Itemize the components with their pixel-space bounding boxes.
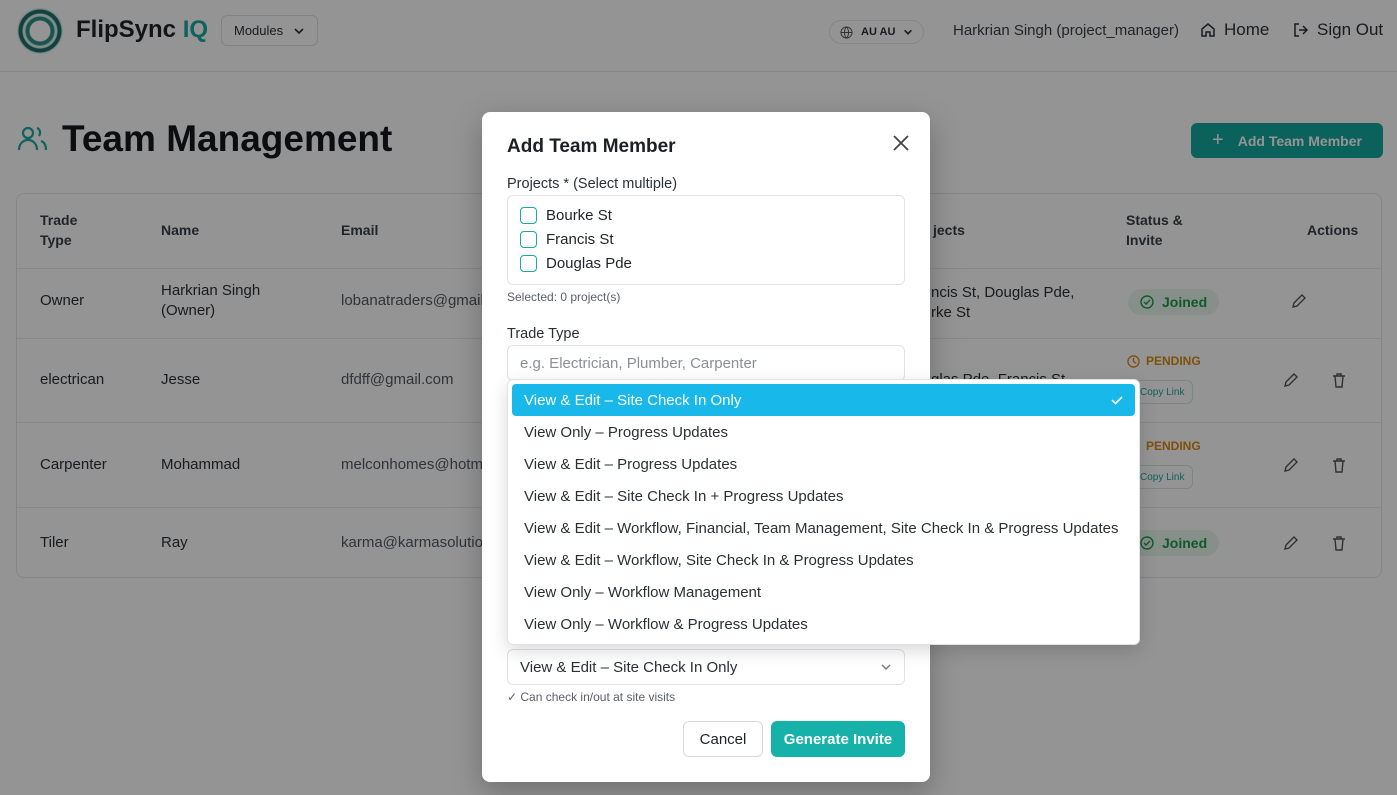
dropdown-option[interactable]: View & Edit – Workflow, Financial, Team … (512, 512, 1135, 544)
generate-invite-button[interactable]: Generate Invite (771, 721, 905, 757)
dropdown-option[interactable]: View & Edit – Workflow, Site Check In & … (512, 544, 1135, 576)
checkbox[interactable] (520, 207, 537, 224)
project-option-francis-st[interactable]: Francis St (520, 231, 614, 248)
project-option-douglas-pde[interactable]: Douglas Pde (520, 255, 632, 272)
dropdown-option[interactable]: View Only – Workflow Management (512, 576, 1135, 608)
projects-checkbox-group: Bourke St Francis St Douglas Pde (507, 195, 905, 285)
dropdown-option[interactable]: View Only – Progress Updates (512, 416, 1135, 448)
project-option-bourke-st[interactable]: Bourke St (520, 207, 612, 224)
dropdown-option[interactable]: View Only – Workflow & Progress Updates (512, 608, 1135, 640)
dropdown-option[interactable]: View & Edit – Progress Updates (512, 448, 1135, 480)
dropdown-option[interactable]: View & Edit – Site Check In + Progress U… (512, 480, 1135, 512)
chevron-down-icon (881, 664, 891, 670)
trade-type-label: Trade Type (507, 326, 580, 342)
close-icon[interactable] (890, 132, 912, 154)
permission-hint: ✓ Can check in/out at site visits (507, 690, 676, 704)
checkbox[interactable] (520, 231, 537, 248)
permission-dropdown-list: View & Edit – Site Check In Only View On… (507, 379, 1140, 645)
permission-select[interactable]: View & Edit – Site Check In Only (507, 649, 905, 685)
dialog-title: Add Team Member (507, 136, 676, 157)
trade-type-input[interactable] (507, 345, 905, 381)
selected-projects-count: Selected: 0 project(s) (507, 290, 621, 304)
dropdown-option[interactable]: View & Edit – Site Check In Only (512, 384, 1135, 416)
permission-select-value: View & Edit – Site Check In Only (520, 658, 738, 676)
projects-label: Projects * (Select multiple) (507, 176, 678, 192)
checkbox[interactable] (520, 255, 537, 272)
cancel-button[interactable]: Cancel (683, 721, 763, 757)
check-icon (1111, 396, 1123, 405)
